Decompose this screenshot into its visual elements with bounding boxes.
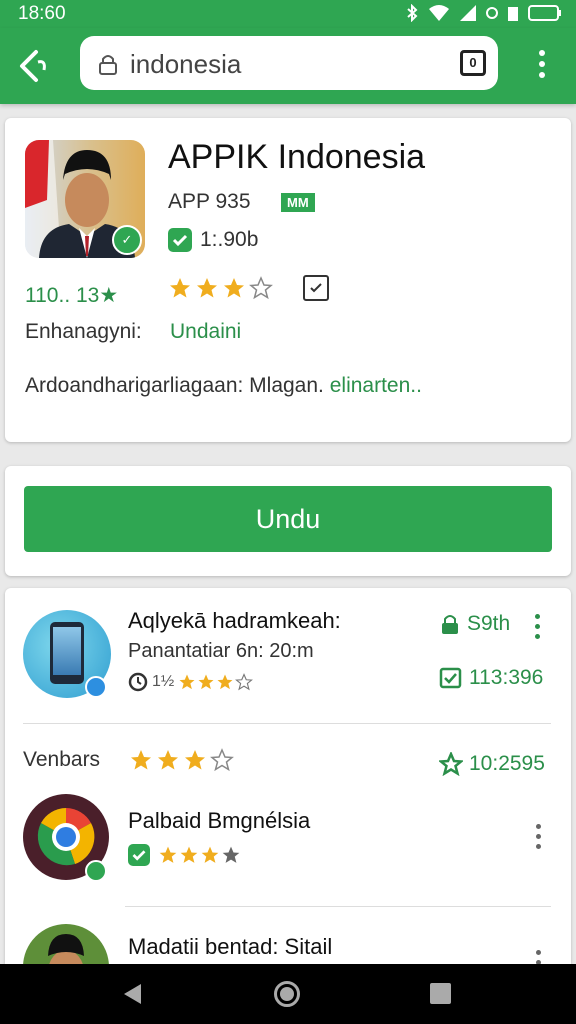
data-icon: [486, 4, 498, 27]
list-item-title[interactable]: Madatii bentad: Sitail: [128, 934, 332, 960]
twitter-badge-icon: [85, 676, 107, 698]
read-more-link[interactable]: elinarten..: [330, 374, 422, 397]
app-size: 1:.90b: [200, 228, 259, 251]
overflow-menu-button[interactable]: [528, 50, 556, 82]
url-text[interactable]: indonesia: [130, 49, 241, 80]
star-icon: [131, 750, 151, 770]
check-box-icon: [439, 667, 462, 689]
star-outline-icon: [439, 752, 463, 776]
app-rating-stars: [168, 276, 273, 300]
list-row-label: Venbars: [23, 748, 101, 771]
developer-label: Enhanagyni:: [25, 320, 142, 343]
star-icon: [201, 846, 219, 863]
signal-icon: [459, 4, 477, 27]
tab-switcher-button[interactable]: 0: [460, 50, 486, 76]
list-item-subtitle: Panantatiar 6n: 20:m: [128, 640, 314, 662]
star-outline-icon: [249, 276, 273, 300]
verified-badge-icon: ✓: [112, 225, 142, 255]
more-vert-icon[interactable]: [536, 950, 541, 964]
status-bar: 18:60: [0, 0, 576, 28]
phone-icon: [50, 622, 84, 684]
item-stars: [178, 673, 254, 691]
star-icon: [224, 278, 244, 298]
list-item-stat-top: S9th: [439, 612, 510, 636]
app-details-card: ✓ APPIK Indonesia APP 935 MM 1:.90b 110.…: [5, 118, 571, 442]
related-apps-list: Aqlyekā hadramkeah: Panantatiar 6n: 20:m…: [5, 588, 571, 964]
back-arrow-icon: [14, 50, 54, 90]
battery-icon: [528, 4, 562, 27]
nav-back-icon[interactable]: [121, 983, 143, 1005]
wifi-icon: [428, 4, 450, 27]
rating-count: 110.. 13★: [25, 284, 119, 307]
lock-icon: [442, 615, 458, 634]
star-icon: [197, 278, 217, 298]
check-icon: [128, 844, 150, 866]
star-outline-icon: [235, 673, 254, 691]
stat-value: 113:396: [469, 666, 544, 689]
install-card: Undu: [5, 466, 571, 576]
browser-toolbar: indonesia 0: [0, 28, 576, 104]
list-row-stat: 10:2595: [439, 752, 545, 776]
star-icon: [158, 750, 178, 770]
status-icons: [405, 3, 562, 27]
verified-badge-icon: [85, 860, 107, 882]
app-description: Ardoandharigarliagaan: Mlagan. elinarten…: [25, 374, 422, 398]
star-icon: [185, 750, 205, 770]
status-time: 18:60: [18, 3, 66, 24]
bluetooth-icon: [405, 3, 419, 27]
list-item-rating: 1½: [128, 672, 254, 692]
star-outline-icon: [210, 748, 234, 772]
list-row-stars: [129, 748, 234, 772]
star-icon: [217, 674, 233, 690]
nav-home-icon[interactable]: [274, 981, 300, 1007]
description-text: Ardoandharigarliagaan: Mlagan.: [25, 374, 324, 397]
lock-icon: [98, 53, 118, 75]
nav-recent-icon[interactable]: [430, 983, 451, 1004]
more-vert-icon[interactable]: [536, 824, 541, 849]
star-icon: [159, 846, 177, 863]
system-nav-bar: [0, 964, 576, 1024]
list-item-rating: [128, 844, 241, 866]
address-bar[interactable]: indonesia 0: [80, 36, 498, 90]
star-icon: [180, 846, 198, 863]
item-stars: [158, 845, 241, 865]
more-vert-icon[interactable]: [535, 614, 540, 639]
app-size-row: 1:.90b: [168, 228, 258, 252]
list-item-stat-bottom: 113:396: [439, 666, 543, 690]
check-icon: [168, 228, 192, 252]
app-icon: ✓: [25, 140, 145, 258]
divider: [23, 723, 551, 724]
sim-icon: [507, 4, 519, 27]
stat-value: 10:2595: [469, 752, 545, 775]
star-empty-icon: [222, 846, 240, 863]
related-apps-card: Aqlyekā hadramkeah: Panantatiar 6n: 20:m…: [5, 588, 571, 964]
star-icon: [179, 674, 195, 690]
more-vert-icon: [528, 50, 556, 78]
star-icon: [170, 278, 190, 298]
developer-link[interactable]: Undaini: [170, 320, 241, 344]
app-icon-person[interactable]: [23, 924, 109, 964]
star-icon: [198, 674, 214, 690]
clock-icon: [128, 672, 148, 692]
app-badge: MM: [281, 193, 315, 212]
app-version: APP 935: [168, 190, 251, 213]
app-title: APPIK Indonesia: [168, 138, 426, 176]
list-item-title[interactable]: Palbaid Bmgnélsia: [128, 808, 310, 834]
list-item-title[interactable]: Aqlyekā hadramkeah:: [128, 608, 341, 634]
install-button[interactable]: Undu: [24, 486, 552, 552]
divider: [125, 906, 551, 907]
edit-icon[interactable]: [303, 275, 329, 301]
rating-prefix: 1½: [152, 673, 175, 690]
stat-value: S9th: [467, 612, 511, 635]
back-button[interactable]: [14, 46, 54, 86]
